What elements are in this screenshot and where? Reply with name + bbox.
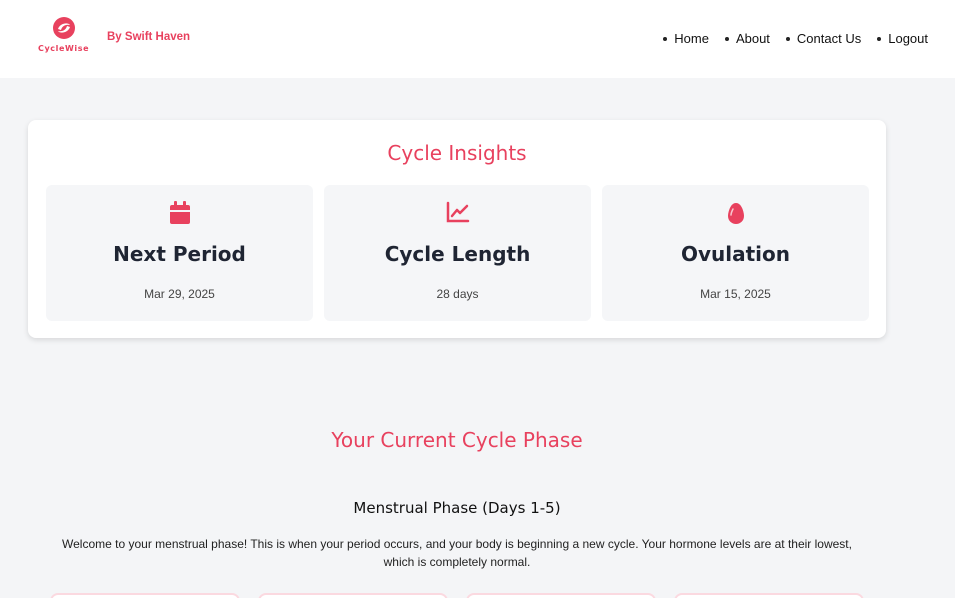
byline: By Swift Haven: [107, 31, 191, 43]
ovulation-value: Mar 15, 2025: [700, 287, 771, 301]
next-period-tile: Next Period Mar 29, 2025: [46, 185, 313, 321]
bullet-icon: [785, 36, 790, 41]
bullet-icon: [663, 36, 668, 41]
phase-tip-card: [50, 593, 240, 598]
cycle-length-label: Cycle Length: [384, 242, 531, 266]
nav-logout[interactable]: Logout: [877, 31, 928, 46]
nav-contact-label: Contact Us: [796, 31, 862, 46]
logo-icon: [53, 17, 75, 39]
nav-contact[interactable]: Contact Us: [785, 31, 862, 46]
next-period-value: Mar 29, 2025: [144, 287, 215, 301]
nav-home-label: Home: [674, 31, 709, 46]
nav-about[interactable]: About: [724, 31, 770, 46]
ovulation-label: Ovulation: [680, 242, 791, 266]
bullet-icon: [724, 36, 729, 41]
cycle-length-tile: Cycle Length 28 days: [324, 185, 591, 321]
next-period-label: Next Period: [113, 242, 246, 266]
main-nav: Home About Contact Us Logout: [663, 31, 928, 46]
top-header: CycleWise By Swift Haven Home About Cont…: [0, 0, 955, 78]
insights-title: Cycle Insights: [387, 141, 527, 165]
phase-tip-card: [258, 593, 448, 598]
phase-tip-card: [674, 593, 864, 598]
current-phase-title: Your Current Cycle Phase: [331, 428, 583, 452]
nav-logout-label: Logout: [888, 31, 928, 46]
logo-text: CycleWise: [38, 44, 90, 53]
cycle-length-value: 28 days: [436, 287, 479, 301]
calendar-icon: [169, 201, 191, 229]
nav-about-label: About: [735, 31, 770, 46]
phase-tip-card: [466, 593, 656, 598]
nav-home[interactable]: Home: [663, 31, 709, 46]
ovulation-tile: Ovulation Mar 15, 2025: [602, 185, 869, 321]
bullet-icon: [877, 36, 882, 41]
phase-description: Welcome to your menstrual phase! This is…: [62, 537, 852, 569]
egg-icon: [726, 201, 746, 229]
cyclewise-logo[interactable]: CycleWise: [36, 16, 92, 56]
phase-name: Menstrual Phase (Days 1-5): [353, 499, 561, 517]
chart-line-icon: [446, 201, 470, 227]
